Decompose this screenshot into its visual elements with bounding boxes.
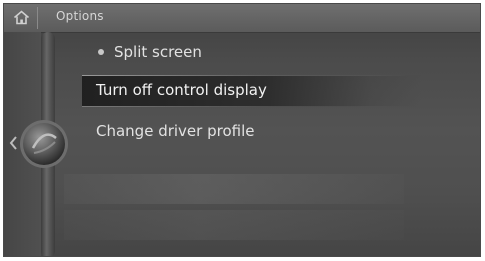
menu-item-label: Turn off control display	[96, 81, 267, 99]
home-icon[interactable]	[13, 10, 30, 25]
menu-item-label: Change driver profile	[96, 122, 255, 140]
controller-knob-icon	[18, 118, 70, 170]
bullet-icon	[98, 49, 104, 55]
header-divider	[37, 7, 38, 29]
highlight-border	[82, 75, 412, 76]
empty-row	[64, 174, 404, 204]
empty-row	[64, 210, 404, 240]
menu-item-label: Split screen	[114, 43, 202, 61]
screen-frame: Options Split screen Turn off control di…	[3, 3, 481, 257]
menu-item-change-driver-profile[interactable]: Change driver profile	[96, 122, 254, 140]
menu-item-turn-off-display[interactable]: Turn off control display	[96, 81, 267, 99]
header-bar: Options	[4, 4, 480, 33]
highlight-border	[82, 106, 412, 107]
page-title: Options	[56, 9, 104, 23]
chevron-left-icon[interactable]	[9, 135, 18, 151]
menu-item-split-screen[interactable]: Split screen	[98, 43, 202, 61]
